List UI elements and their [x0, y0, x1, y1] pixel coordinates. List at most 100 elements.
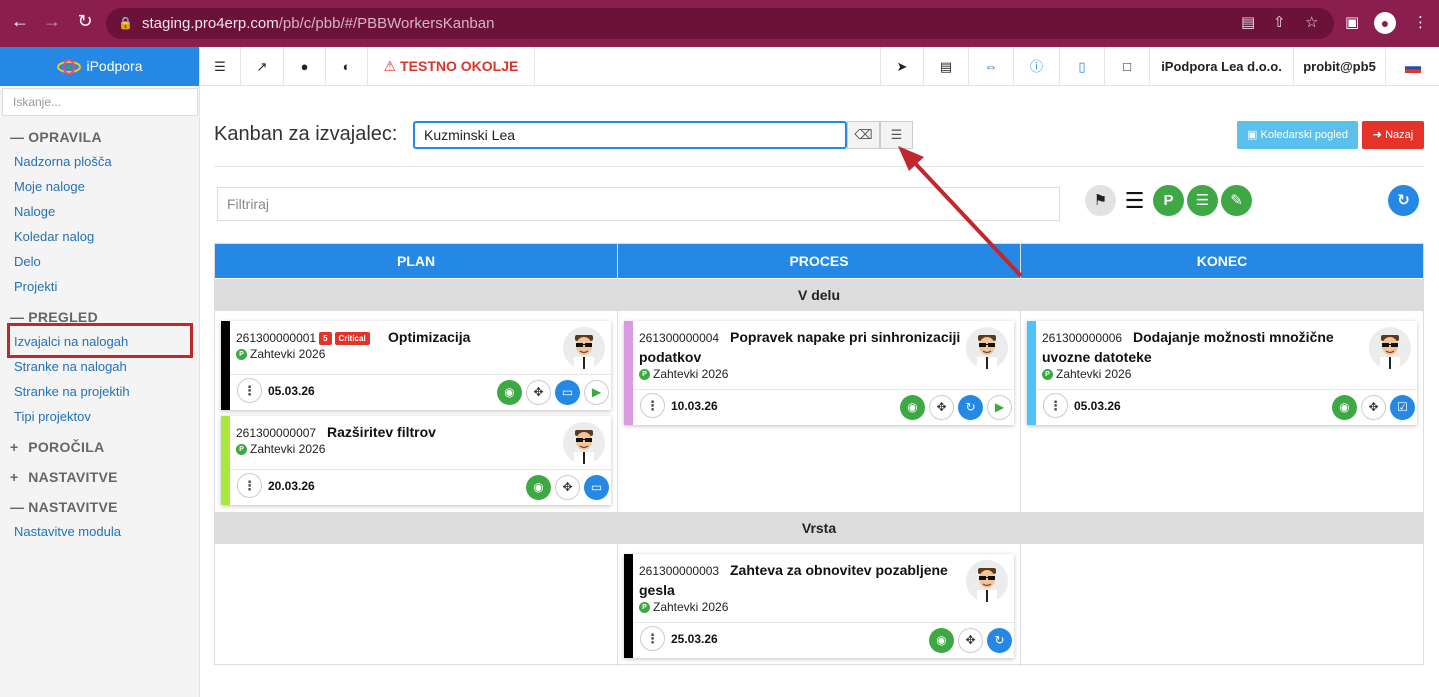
section-opravila[interactable]: — OPRAVILA — [10, 129, 102, 145]
profile-avatar-icon[interactable]: ● — [1374, 12, 1396, 34]
send-icon[interactable]: ➤ — [880, 47, 923, 86]
priority-badge: Critical — [334, 332, 370, 346]
kanban-card[interactable]: 261300000001 5 Critical Optimizacija P Zaht… — [221, 321, 611, 410]
calendar-icon: ▣ — [1247, 129, 1258, 141]
play-icon[interactable]: ▶ — [584, 380, 609, 405]
section-porocila[interactable]: + POROČILA — [10, 439, 105, 455]
contrast-icon[interactable]: ◐ — [326, 47, 368, 86]
card-menu-button[interactable]: ⋮ — [640, 393, 665, 418]
tags-icon[interactable]: ⚑ — [1085, 185, 1116, 216]
card-project: P Zahtevki 2026 — [236, 442, 325, 456]
card-menu-button[interactable]: ⋮ — [1043, 393, 1068, 418]
view-eye-icon[interactable]: ◉ — [929, 628, 954, 653]
expand-icon: + — [10, 469, 19, 485]
company-name[interactable]: iPodpora Lea d.o.o. — [1149, 47, 1293, 86]
sidebar-item-moje-naloge[interactable]: Moje naloge — [14, 179, 85, 194]
view-eye-icon[interactable]: ◉ — [526, 475, 551, 500]
view-eye-icon[interactable]: ◉ — [1332, 395, 1357, 420]
move-icon[interactable]: ✥ — [929, 395, 954, 420]
sidebar-item-stranke-na-nalogah[interactable]: Stranke na nalogah — [14, 359, 127, 374]
card-date: 10.03.26 — [671, 399, 718, 413]
avatar-face-icon — [1369, 327, 1411, 369]
document-icon[interactable]: □ — [1104, 47, 1149, 86]
remote-support-icon[interactable]: ⇔ — [968, 47, 1013, 86]
sidebar-item-koledar-nalog[interactable]: Koledar nalog — [14, 229, 94, 244]
translate-icon[interactable]: ▤ — [1241, 13, 1255, 31]
kanban-card[interactable]: 261300000003 Zahteva za obnovitev pozabl… — [624, 554, 1014, 658]
column-header-plan: PLAN — [215, 244, 617, 278]
sidebar-search-input[interactable]: Iskanje... — [2, 88, 198, 116]
worker-select-input[interactable]: Kuzminski Lea — [413, 121, 847, 149]
back-button[interactable]: ➜ Nazaj — [1362, 121, 1424, 149]
sidebar-item-stranke-na-projektih[interactable]: Stranke na projektih — [14, 384, 130, 399]
bookmark-star-icon[interactable]: ☆ — [1305, 13, 1318, 31]
folder-open-icon[interactable]: ▭ — [555, 380, 580, 405]
refresh-icon[interactable]: ↻ — [987, 628, 1012, 653]
project-p-icon[interactable]: P — [1153, 185, 1184, 216]
ipodpora-logo-icon — [57, 59, 82, 76]
sidepanel-icon[interactable]: ▣ — [1345, 13, 1359, 31]
move-icon[interactable]: ✥ — [958, 628, 983, 653]
user-name[interactable]: probit@pb5 — [1293, 47, 1385, 86]
avatar-face-icon — [563, 327, 605, 369]
calendar-view-button[interactable]: ▣ Koledarski pogled — [1237, 121, 1358, 149]
folder-open-icon[interactable]: ▭ — [584, 475, 609, 500]
refresh-icon[interactable]: ↻ — [1388, 185, 1419, 216]
sidebar-item-izvajalci-na-nalogah[interactable]: Izvajalci na nalogah — [14, 334, 128, 349]
sidebar-item-delo[interactable]: Delo — [14, 254, 41, 269]
language-flag-icon[interactable] — [1385, 47, 1439, 86]
section-nastavitve-collapsed[interactable]: + NASTAVITVE — [10, 469, 118, 485]
sidebar-toggle-icon[interactable]: ☰ — [200, 47, 241, 86]
sidebar-item-nastavitve-modula[interactable]: Nastavitve modula — [14, 524, 121, 539]
move-icon[interactable]: ✥ — [1361, 395, 1386, 420]
kanban-card[interactable]: 261300000007 Razširitev filtrov P Zahtevk… — [221, 416, 611, 505]
refresh-icon[interactable]: ↻ — [958, 395, 983, 420]
kanban-board: PLAN PROCES KONEC V delu Vrsta 261300000… — [214, 243, 1424, 666]
section-nastavitve[interactable]: — NASTAVITVE — [10, 499, 118, 515]
view-eye-icon[interactable]: ◉ — [900, 395, 925, 420]
project-p-icon: P — [639, 602, 650, 614]
filter-list-icon[interactable]: ☰ — [1187, 185, 1218, 216]
filter-input[interactable]: Filtriraj — [217, 187, 1060, 221]
card-divider — [230, 374, 611, 375]
forward-arrow-icon[interactable]: → — [41, 11, 63, 32]
back-arrow-icon[interactable]: ← — [9, 11, 31, 32]
worker-avatar — [966, 327, 1008, 369]
kanban-card[interactable]: 261300000004 Popravek napake pri sinhron… — [624, 321, 1014, 425]
brand-logo[interactable]: iPodpora — [0, 47, 199, 86]
worker-list-button[interactable]: ☰ — [880, 121, 913, 149]
address-bar[interactable]: 🔒 staging.pro4erp.com/pb/c/pbb/#/PBBWorke… — [106, 8, 1334, 39]
card-title: Popravek napake pri sinhronizaciji — [730, 329, 961, 345]
move-icon[interactable]: ✥ — [555, 475, 580, 500]
sidebar-item-tipi-projektov[interactable]: Tipi projektov — [14, 409, 91, 424]
card-id: 261300000006 — [1042, 331, 1123, 345]
slovenian-flag-icon — [1404, 62, 1421, 73]
move-icon[interactable]: ✥ — [526, 380, 551, 405]
card-date: 20.03.26 — [268, 479, 315, 493]
card-divider — [633, 389, 1014, 390]
kebab-menu-icon[interactable]: ⋮ — [1413, 13, 1428, 31]
external-link-icon[interactable]: ↗ — [241, 47, 284, 86]
info-icon[interactable]: ⓘ — [1013, 47, 1059, 86]
server-icon[interactable]: ▤ — [923, 47, 968, 86]
manual-book-icon[interactable]: ▯ — [1059, 47, 1104, 86]
card-menu-button[interactable]: ⋮ — [640, 626, 665, 651]
arrow-left-icon: ➜ — [1372, 129, 1383, 141]
clear-eraser-button[interactable]: ⌫ — [847, 121, 880, 149]
checkbox-edit-icon[interactable]: ☑ — [1390, 395, 1415, 420]
share-icon[interactable]: ⇧ — [1273, 13, 1286, 31]
play-icon[interactable]: ▶ — [987, 395, 1012, 420]
money-bag-icon[interactable]: ● — [284, 47, 326, 86]
pencil-edit-icon[interactable]: ✎ — [1221, 185, 1252, 216]
sidebar-item-nadzorna-plosca[interactable]: Nadzorna plošča — [14, 154, 112, 169]
view-eye-icon[interactable]: ◉ — [497, 380, 522, 405]
card-project: P Zahtevki 2026 — [639, 367, 728, 381]
reload-icon[interactable]: ↻ — [74, 11, 96, 32]
clipboard-checklist-icon[interactable]: ☰ — [1119, 185, 1150, 216]
card-menu-button[interactable]: ⋮ — [237, 378, 262, 403]
sidebar-item-naloge[interactable]: Naloge — [14, 204, 55, 219]
lock-icon: 🔒 — [118, 16, 133, 30]
sidebar-item-projekti[interactable]: Projekti — [14, 279, 57, 294]
card-menu-button[interactable]: ⋮ — [237, 473, 262, 498]
kanban-card[interactable]: 261300000006 Dodajanje možnosti množične… — [1027, 321, 1417, 425]
